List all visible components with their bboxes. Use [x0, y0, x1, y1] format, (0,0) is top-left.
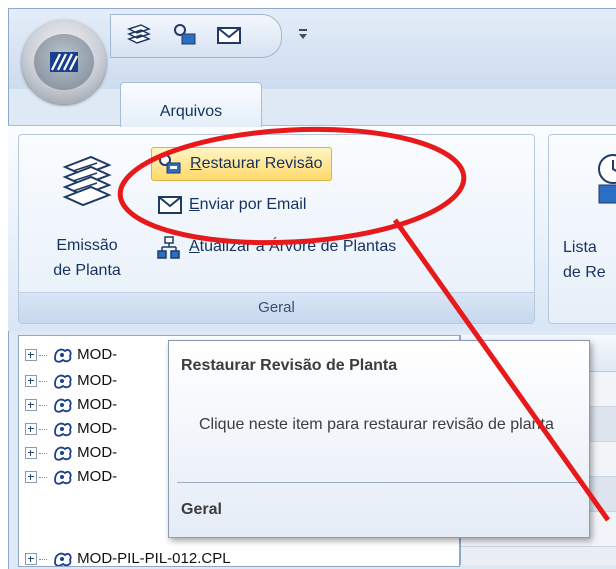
clock-list-icon: [598, 154, 616, 204]
send-email-button[interactable]: Enviar por Email: [151, 189, 306, 221]
plan-node-icon: [54, 374, 72, 389]
tooltip-divider: [177, 482, 581, 483]
application-menu-button[interactable]: [22, 20, 106, 104]
tree-item[interactable]: MOD-PIL-PIL-012.CPL: [25, 548, 231, 567]
list-revisions-line1: Lista: [563, 239, 597, 256]
tree-item[interactable]: MOD-: [25, 370, 117, 392]
expand-icon[interactable]: [25, 423, 37, 436]
expand-icon[interactable]: [25, 553, 37, 566]
ribbon-group-geral: Emissão de Planta Restaurar Revisão Envi…: [18, 134, 535, 324]
tree-item[interactable]: MOD-: [25, 466, 117, 488]
tree-refresh-icon: [157, 236, 180, 259]
tree-item[interactable]: MOD-: [25, 442, 117, 464]
tooltip-title: Restaurar Revisão de Planta: [181, 357, 398, 374]
list-revisions-button[interactable]: Lista de Re: [563, 235, 606, 285]
ribbon-group-list: Lista de Re: [548, 134, 616, 324]
quick-access-toolbar: [110, 14, 282, 58]
tree-item-label: MOD-: [77, 396, 118, 413]
tree-item[interactable]: MOD-: [25, 344, 117, 366]
list-revisions-line2: de Re: [563, 264, 606, 281]
tree-item-label: MOD-: [77, 346, 118, 363]
tree-item-label: MOD-: [77, 468, 118, 485]
tree-item[interactable]: MOD-: [25, 418, 117, 440]
plan-node-icon: [54, 470, 72, 485]
tree-item-label: MOD-: [77, 372, 118, 389]
send-email-accel: E: [189, 196, 200, 213]
tree-item[interactable]: MOD-: [25, 394, 117, 416]
restore-revision-icon: [159, 154, 181, 174]
app-logo-icon: [50, 52, 78, 72]
emit-plan-label: Emissão de Planta: [33, 233, 141, 283]
customize-toolbar-icon[interactable]: [298, 28, 308, 40]
restore-revision-icon[interactable]: [171, 21, 199, 49]
tree-item-label: MOD-: [77, 444, 118, 461]
expand-icon[interactable]: [25, 349, 37, 362]
update-plan-tree-button[interactable]: Atualizar a Árvore de Plantas: [151, 231, 396, 263]
restore-revision-tooltip: Restaurar Revisão de Planta Clique neste…: [168, 340, 590, 538]
plan-node-icon: [54, 422, 72, 437]
ribbon-group-label: Geral: [19, 292, 534, 323]
restore-revision-button[interactable]: Restaurar Revisão: [151, 147, 332, 181]
email-icon[interactable]: [215, 21, 243, 49]
send-email-label: nviar por Email: [199, 196, 307, 213]
expand-icon[interactable]: [25, 375, 37, 388]
stacked-layers-icon: [62, 155, 112, 207]
plan-node-icon: [54, 348, 72, 363]
tree-item-label: MOD-: [77, 420, 118, 437]
application-orb: [34, 34, 94, 90]
update-plan-tree-accel: A: [189, 238, 200, 255]
plan-node-icon: [54, 552, 72, 566]
tree-item-label: MOD-PIL-PIL-012.CPL: [77, 550, 231, 567]
email-icon: [158, 196, 182, 214]
expand-icon[interactable]: [25, 471, 37, 484]
emit-plan-line2: de Planta: [53, 262, 121, 279]
ribbon: Emissão de Planta Restaurar Revisão Envi…: [8, 125, 616, 331]
restore-revision-accel: R: [190, 155, 202, 172]
emit-plan-button[interactable]: Emissão de Planta: [33, 147, 141, 287]
layers-icon[interactable]: [125, 21, 153, 49]
update-plan-tree-label: tualizar a Árvore de Plantas: [199, 238, 397, 255]
plan-node-icon: [54, 398, 72, 413]
tab-arquivos[interactable]: Arquivos: [120, 82, 262, 127]
tooltip-footer: Geral: [181, 501, 222, 518]
tooltip-body: Clique neste item para restaurar revisão…: [199, 416, 554, 433]
expand-icon[interactable]: [25, 399, 37, 412]
plan-node-icon: [54, 446, 72, 461]
emit-plan-line1: Emissão: [56, 237, 118, 254]
expand-icon[interactable]: [25, 447, 37, 460]
restore-revision-label: estaurar Revisão: [201, 155, 323, 172]
tab-label: Arquivos: [159, 103, 223, 120]
